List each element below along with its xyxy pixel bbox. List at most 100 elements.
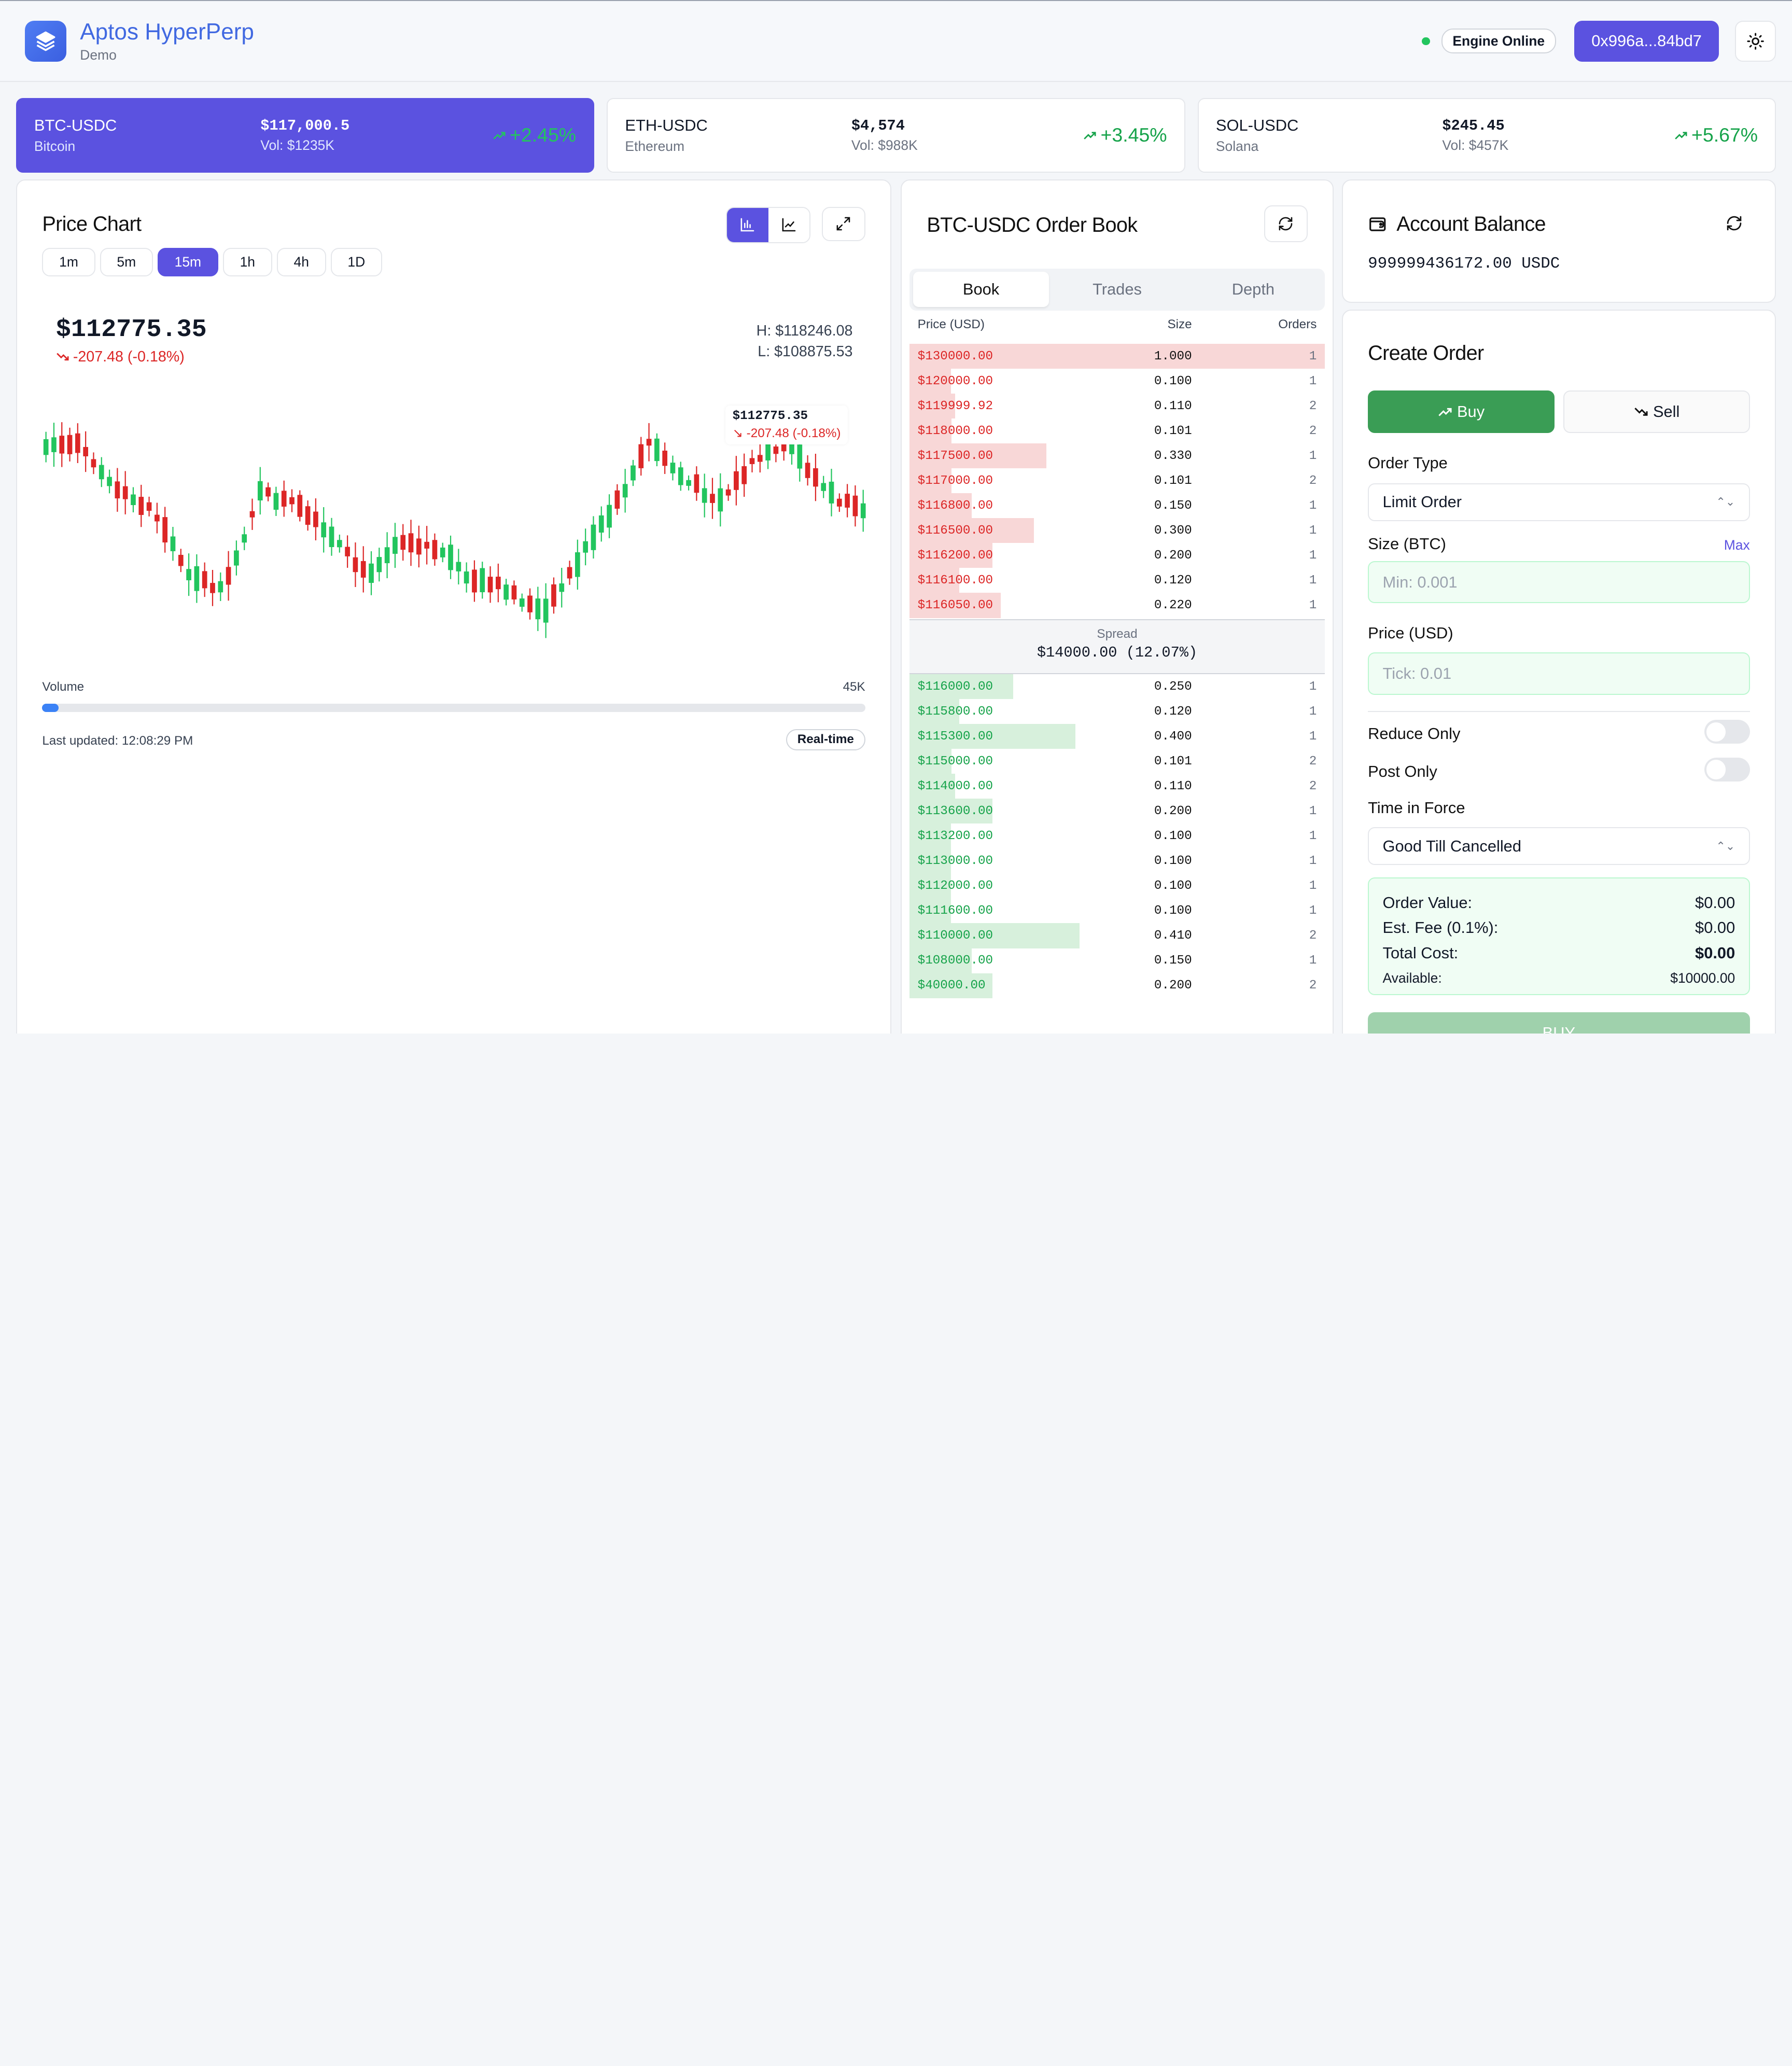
volume-bar xyxy=(42,704,865,712)
bar-chart-icon xyxy=(741,218,754,232)
volume-label: Volume xyxy=(42,680,85,694)
candle-body xyxy=(448,544,454,570)
buy-button[interactable]: Buy xyxy=(1368,390,1555,433)
ask-row[interactable]: $116100.00 0.120 1 xyxy=(909,568,1325,593)
ask-row[interactable]: $130000.00 1.000 1 xyxy=(909,344,1325,369)
candle-body xyxy=(194,566,200,591)
ask-row[interactable]: $117000.00 0.101 2 xyxy=(909,468,1325,494)
select-chevron-icon: ⌃⌄ xyxy=(1716,495,1735,509)
candle-body xyxy=(599,515,604,533)
fullscreen-button[interactable] xyxy=(821,206,865,241)
tab-depth[interactable]: Depth xyxy=(1185,272,1321,307)
candle-body xyxy=(123,486,128,499)
order-type-value: Limit Order xyxy=(1382,493,1462,511)
theme-toggle-button[interactable] xyxy=(1734,20,1776,62)
candle-body xyxy=(400,535,406,550)
ask-row[interactable]: $116500.00 0.300 1 xyxy=(909,518,1325,543)
order-type-select[interactable]: Limit Order ⌃⌄ xyxy=(1368,483,1750,521)
market-card-btc[interactable]: BTC-USDC Bitcoin $117,000.5 Vol: $1235K … xyxy=(16,98,595,173)
price-cell: $108000.00 xyxy=(917,954,993,968)
tooltip-change-value: -207.48 (-0.18%) xyxy=(746,426,841,441)
bid-row[interactable]: $116000.00 0.250 1 xyxy=(909,674,1325,700)
ask-row[interactable]: $118000.00 0.101 2 xyxy=(909,418,1325,444)
candle-body xyxy=(583,541,589,553)
ask-row[interactable]: $116050.00 0.220 1 xyxy=(909,593,1325,618)
timeframe-15m[interactable]: 15m xyxy=(157,247,218,276)
candle-body xyxy=(83,446,89,456)
candle-body xyxy=(551,584,557,607)
size-input[interactable]: Min: 0.001 xyxy=(1368,561,1750,604)
top-header: Aptos HyperPerp Demo Engine Online 0x996… xyxy=(0,1,1792,82)
reduce-only-toggle[interactable] xyxy=(1704,720,1750,744)
ask-row[interactable]: $116800.00 0.150 1 xyxy=(909,493,1325,519)
wallet-button[interactable]: 0x996a...84bd7 xyxy=(1574,20,1719,62)
candle-body xyxy=(369,563,374,583)
time-in-force-select[interactable]: Good Till Cancelled ⌃⌄ xyxy=(1368,827,1750,866)
bid-row[interactable]: $114000.00 0.110 2 xyxy=(909,774,1325,799)
refresh-icon xyxy=(1279,217,1293,231)
candle-body xyxy=(218,581,223,592)
candle-body xyxy=(242,534,247,542)
order-book-refresh-button[interactable] xyxy=(1264,205,1308,242)
market-change: +3.45% xyxy=(1083,124,1167,146)
timeframe-1h[interactable]: 1h xyxy=(222,247,272,276)
market-card-eth[interactable]: ETH-USDC Ethereum $4,574 Vol: $988K +3.4… xyxy=(607,98,1185,173)
size-cell: 0.220 xyxy=(1154,598,1192,612)
price-cell: $118000.00 xyxy=(917,424,993,438)
timeframe-1m[interactable]: 1m xyxy=(42,247,95,276)
max-size-link[interactable]: Max xyxy=(1724,537,1750,553)
bid-row[interactable]: $112000.00 0.100 1 xyxy=(909,873,1325,899)
candle-body xyxy=(202,570,207,588)
bid-row[interactable]: $113000.00 0.100 1 xyxy=(909,848,1325,874)
orders-cell: 2 xyxy=(1309,473,1317,488)
candlestick-view-button[interactable] xyxy=(727,207,768,242)
candle-body xyxy=(638,444,644,468)
orders-cell: 1 xyxy=(1309,729,1317,744)
order-book-header: Price (USD) Size Orders xyxy=(909,317,1325,342)
ask-row[interactable]: $117500.00 0.330 1 xyxy=(909,443,1325,469)
submit-order-button[interactable]: BUY xyxy=(1368,1012,1750,1034)
candle-body xyxy=(440,547,445,557)
bid-row[interactable]: $113600.00 0.200 1 xyxy=(909,799,1325,824)
bid-row[interactable]: $40000.00 0.200 2 xyxy=(909,973,1325,998)
price-cell: $114000.00 xyxy=(917,779,993,793)
price-input[interactable]: Tick: 0.01 xyxy=(1368,652,1750,695)
ask-row[interactable]: $120000.00 0.100 1 xyxy=(909,369,1325,394)
bid-row[interactable]: $115000.00 0.101 2 xyxy=(909,749,1325,774)
timeframe-1d[interactable]: 1D xyxy=(330,247,383,276)
spread-row: Spread $14000.00 (12.07%) xyxy=(909,619,1325,674)
trending-down-icon xyxy=(1634,407,1648,416)
balance-refresh-button[interactable] xyxy=(1726,215,1743,236)
size-label: Size (BTC) xyxy=(1368,535,1446,553)
bid-row[interactable]: $115800.00 0.120 1 xyxy=(909,699,1325,724)
candle-body xyxy=(734,471,739,490)
candle-body xyxy=(138,496,144,515)
bid-row[interactable]: $110000.00 0.410 2 xyxy=(909,923,1325,948)
ask-row[interactable]: $119999.92 0.110 2 xyxy=(909,394,1325,419)
candle-body xyxy=(718,488,723,511)
bid-row[interactable]: $108000.00 0.150 1 xyxy=(909,948,1325,973)
candle-body xyxy=(265,487,271,497)
market-change: +5.67% xyxy=(1674,124,1758,146)
candle-body xyxy=(147,502,152,511)
market-card-sol[interactable]: SOL-USDC Solana $245.45 Vol: $457K +5.67… xyxy=(1197,98,1776,173)
candle-body xyxy=(749,457,755,464)
bid-row[interactable]: $111600.00 0.100 1 xyxy=(909,898,1325,924)
tab-trades[interactable]: Trades xyxy=(1049,272,1185,307)
line-view-button[interactable] xyxy=(768,207,809,242)
size-cell: 0.100 xyxy=(1154,374,1192,388)
post-only-toggle[interactable] xyxy=(1704,757,1750,782)
tab-book[interactable]: Book xyxy=(913,272,1049,308)
orders-cell: 2 xyxy=(1309,754,1317,769)
ask-row[interactable]: $116200.00 0.200 1 xyxy=(909,543,1325,568)
sell-button[interactable]: Sell xyxy=(1563,390,1750,433)
bid-row[interactable]: $113200.00 0.100 1 xyxy=(909,823,1325,849)
timeframe-5m[interactable]: 5m xyxy=(100,247,153,276)
bid-row[interactable]: $115300.00 0.400 1 xyxy=(909,724,1325,749)
size-cell: 0.101 xyxy=(1154,473,1192,488)
timeframe-4h[interactable]: 4h xyxy=(276,247,326,276)
size-cell: 0.101 xyxy=(1154,754,1192,769)
buy-label: Buy xyxy=(1457,402,1485,421)
candle-body xyxy=(385,547,390,563)
candle-body xyxy=(758,454,763,462)
